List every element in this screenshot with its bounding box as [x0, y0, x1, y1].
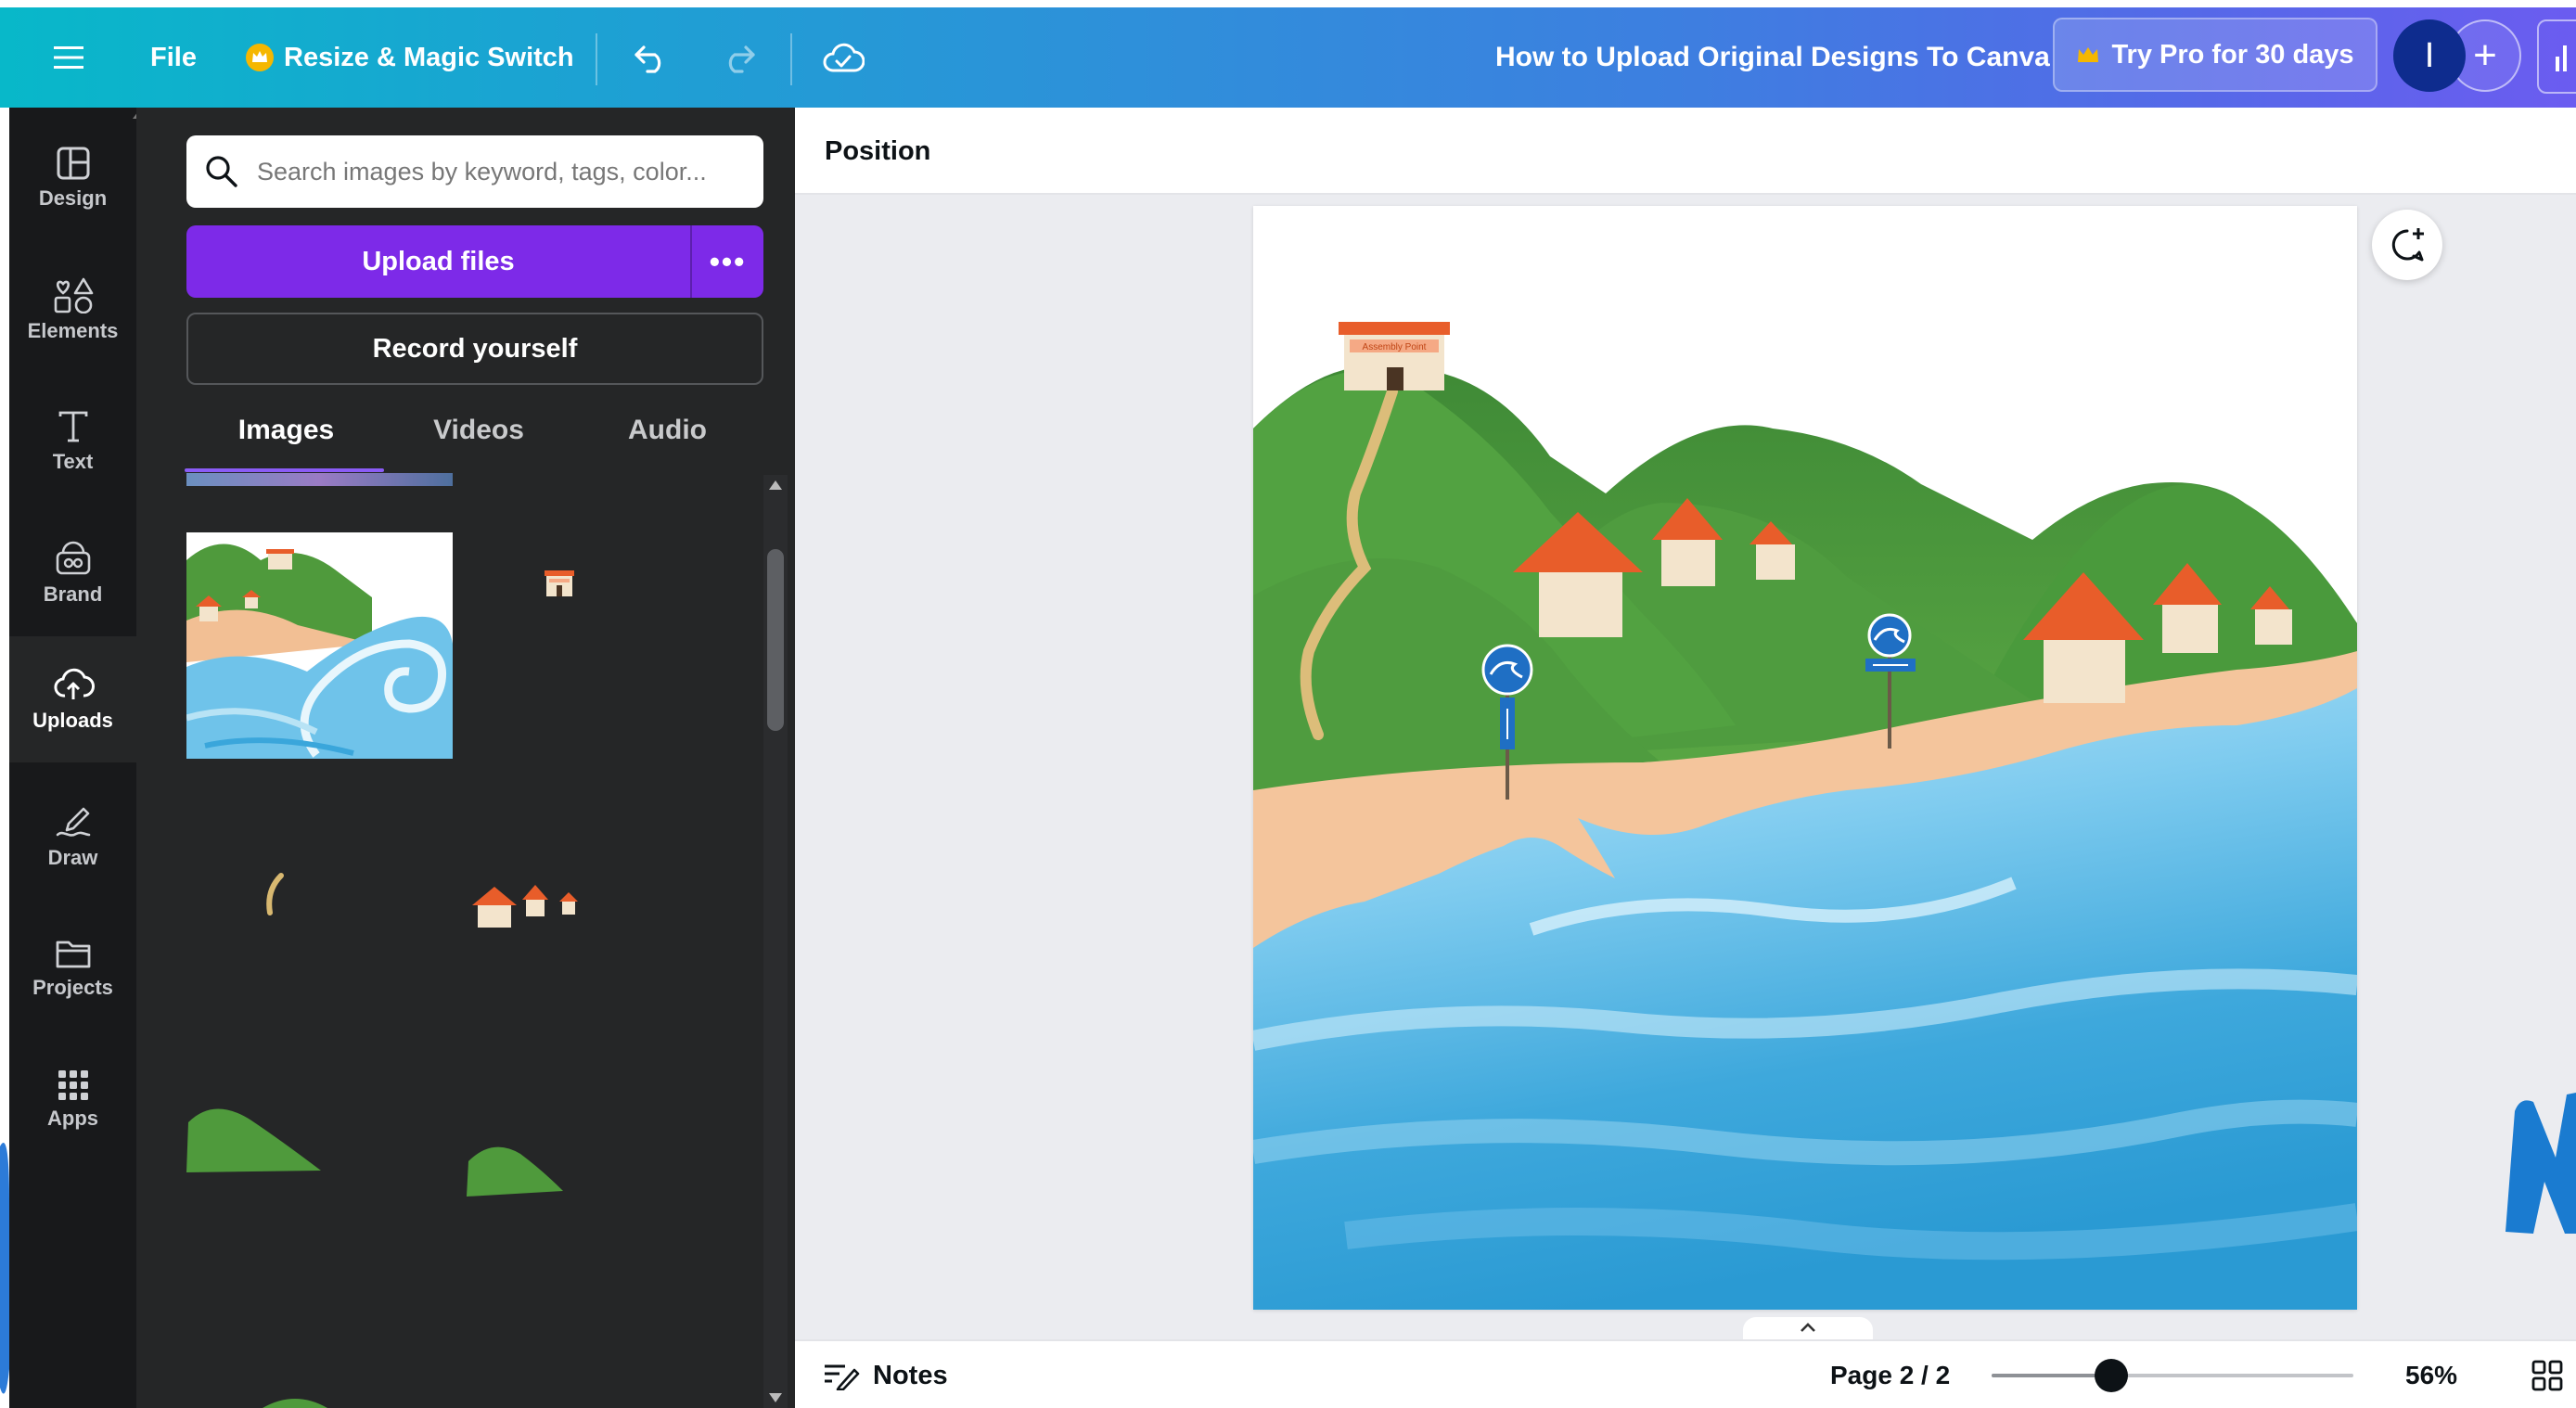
apps-grid-icon — [58, 1070, 88, 1100]
add-comment-button[interactable] — [2372, 210, 2442, 280]
scrollbar-thumb[interactable] — [767, 549, 784, 731]
zoom-level[interactable]: 56% — [2405, 1341, 2457, 1408]
cloud-check-icon — [823, 43, 865, 72]
uploaded-image-thumbnail[interactable] — [263, 1395, 327, 1408]
text-t-icon — [58, 411, 87, 442]
hamburger-menu-button[interactable] — [54, 7, 91, 108]
editor-workspace: Position Assembly Point Notes Page 2 / 2… — [795, 108, 2576, 1408]
notes-pen-icon — [825, 1364, 860, 1390]
page-indicator[interactable]: Page 2 / 2 — [1830, 1341, 1950, 1408]
nav-apps[interactable]: Apps — [9, 1037, 136, 1163]
nav-brand-label: Brand — [43, 582, 103, 606]
canva-editor: File Resize & Magic Switch How to Upload… — [0, 0, 2576, 1408]
bottom-status-bar: Notes Page 2 / 2 56% — [795, 1339, 2576, 1408]
crown-icon — [246, 44, 274, 71]
nav-draw-label: Draw — [47, 846, 98, 869]
share-bars-icon — [2556, 45, 2567, 71]
decorative-blob-icon — [0, 1143, 9, 1394]
uploads-panel: Upload files ••• Record yourself Images … — [136, 108, 795, 1408]
upload-more-options-button[interactable]: ••• — [690, 225, 763, 298]
undo-button[interactable] — [633, 7, 670, 108]
uploaded-image-thumbnail[interactable] — [263, 872, 288, 916]
file-menu[interactable]: File — [150, 7, 197, 108]
top-bar: File Resize & Magic Switch How to Upload… — [0, 7, 2576, 108]
resize-magic-switch-label: Resize & Magic Switch — [284, 42, 574, 72]
notes-label: Notes — [873, 1360, 948, 1390]
grid-view-button[interactable] — [2531, 1360, 2563, 1396]
side-nav-rail: Design Elements Text Brand Uploads Draw … — [9, 108, 136, 1408]
comment-plus-icon — [2391, 228, 2424, 262]
user-avatar[interactable]: I — [2393, 19, 2466, 92]
nav-uploads-label: Uploads — [32, 709, 113, 732]
elements-shapes-icon — [54, 277, 93, 314]
nav-brand[interactable]: Brand — [9, 510, 136, 636]
tsunami-illustration: Assembly Point — [1253, 206, 2357, 1310]
hamburger-menu-icon — [54, 46, 83, 69]
notes-button[interactable]: Notes — [823, 1341, 948, 1408]
try-pro-label: Try Pro for 30 days — [2111, 39, 2354, 70]
search-box[interactable] — [186, 135, 763, 208]
position-button[interactable]: Position — [825, 108, 930, 195]
uploaded-images-grid — [186, 473, 752, 1408]
topbar-divider — [596, 33, 597, 85]
scroll-up-icon[interactable] — [769, 480, 782, 490]
nav-elements-label: Elements — [27, 319, 119, 342]
folder-icon — [56, 941, 90, 968]
brand-icon — [56, 541, 90, 575]
decorative-brand-shape-icon — [2506, 1093, 2576, 1234]
zoom-slider-fill — [1992, 1374, 2111, 1377]
nav-text[interactable]: Text — [9, 378, 136, 505]
grid-view-icon — [2531, 1360, 2563, 1391]
window-edge — [0, 108, 9, 1408]
upload-files-split-button: Upload files ••• — [186, 225, 763, 298]
show-pages-toggle[interactable] — [1743, 1317, 1873, 1341]
uploaded-image-thumbnail[interactable] — [186, 532, 453, 759]
nav-projects-label: Projects — [32, 976, 113, 999]
design-layout-icon — [57, 147, 89, 180]
share-button[interactable] — [2537, 19, 2576, 94]
nav-projects[interactable]: Projects — [9, 905, 136, 1031]
crown-icon — [2078, 47, 2099, 62]
uploaded-image-thumbnail[interactable] — [472, 881, 583, 929]
nav-design[interactable]: Design — [9, 115, 136, 241]
media-tabs: Images Videos Audio — [186, 399, 763, 462]
record-yourself-button[interactable]: Record yourself — [186, 313, 763, 385]
panel-scrollbar[interactable] — [763, 475, 788, 1408]
search-icon — [206, 156, 237, 187]
tab-audio[interactable]: Audio — [571, 399, 763, 462]
zoom-slider[interactable] — [1992, 1359, 2353, 1392]
upload-cloud-icon — [54, 668, 95, 699]
topbar-divider — [790, 33, 792, 85]
save-status-button[interactable] — [822, 7, 865, 108]
uploaded-image-thumbnail[interactable] — [465, 1141, 565, 1197]
nav-draw[interactable]: Draw — [9, 774, 136, 900]
draw-pen-icon — [56, 807, 90, 837]
search-input[interactable] — [257, 157, 749, 186]
upload-files-button[interactable]: Upload files — [186, 225, 690, 298]
active-tab-indicator — [185, 468, 384, 472]
uploaded-image-thumbnail[interactable] — [186, 473, 453, 486]
try-pro-button[interactable]: Try Pro for 30 days — [2053, 18, 2377, 92]
redo-icon — [728, 45, 755, 73]
nav-elements[interactable]: Elements — [9, 247, 136, 373]
uploaded-image-thumbnail[interactable] — [544, 570, 575, 596]
zoom-slider-knob[interactable] — [2094, 1359, 2128, 1392]
resize-magic-switch-button[interactable]: Resize & Magic Switch — [245, 7, 574, 108]
uploaded-image-thumbnail[interactable] — [186, 1102, 321, 1172]
nav-design-label: Design — [38, 186, 108, 210]
scroll-down-icon[interactable] — [769, 1393, 782, 1402]
tab-images[interactable]: Images — [186, 399, 386, 462]
design-canvas-page[interactable]: Assembly Point — [1253, 206, 2357, 1310]
undo-icon — [634, 45, 661, 73]
nav-uploads[interactable]: Uploads — [9, 636, 136, 762]
nav-apps-label: Apps — [47, 1107, 98, 1130]
context-toolbar: Position — [795, 108, 2576, 195]
assembly-point-sign: Assembly Point — [1363, 342, 1427, 352]
redo-button[interactable] — [720, 7, 757, 108]
tab-videos[interactable]: Videos — [386, 399, 571, 462]
nav-text-label: Text — [52, 450, 94, 473]
chevron-up-icon — [1801, 1323, 1815, 1332]
document-title[interactable]: How to Upload Original Designs To Canva — [1495, 7, 2050, 108]
